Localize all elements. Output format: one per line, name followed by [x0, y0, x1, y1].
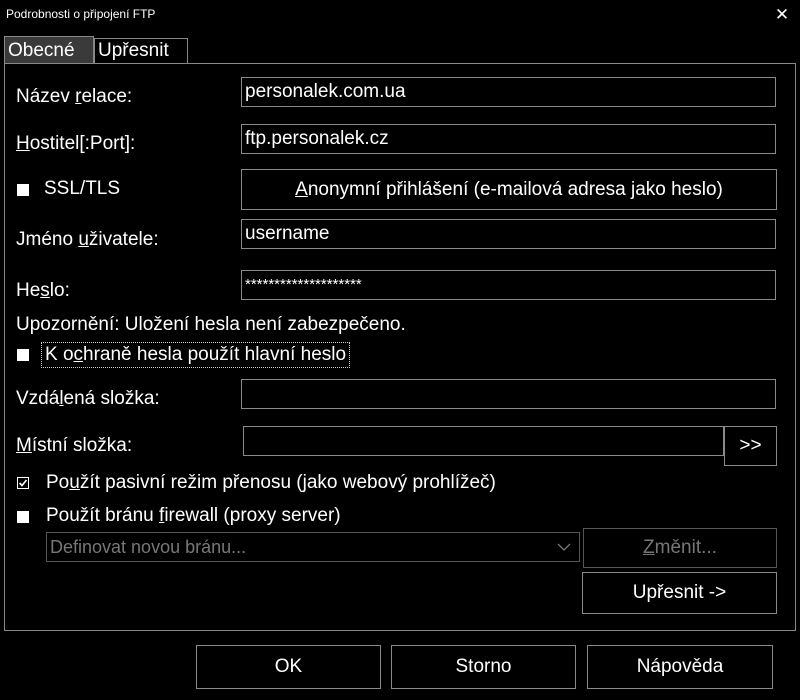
chevron-down-icon — [557, 543, 571, 551]
password-warning: Upozornění: Uložení hesla není zabezpeče… — [16, 314, 406, 335]
password-input[interactable]: ******************** — [241, 270, 776, 300]
proxy-server-value: Definovat novou bránu... — [50, 537, 247, 557]
help-button[interactable]: Nápověda — [587, 645, 773, 689]
session-name-label: Název relace: — [16, 86, 133, 107]
close-icon: ✕ — [774, 5, 790, 24]
username-input[interactable]: username — [241, 219, 776, 249]
password-label: Heslo: — [16, 280, 70, 301]
anonymous-login-button[interactable]: Anonymní přihlášení (e-mailová adresa ja… — [241, 169, 777, 210]
host-input[interactable]: ftp.personalek.cz — [241, 124, 776, 154]
tab-general[interactable]: Obecné — [4, 36, 94, 64]
remote-folder-input[interactable] — [241, 379, 776, 409]
ssl-label: SSL/TLS — [44, 178, 121, 199]
master-password-label: K ochraně hesla použít hlavní heslo — [41, 342, 351, 368]
master-password-checkbox[interactable] — [17, 349, 29, 361]
advanced-button[interactable]: Upřesnit -> — [582, 572, 777, 614]
cancel-button[interactable]: Storno — [391, 645, 576, 689]
host-label: Hostitel[:Port]: — [16, 133, 136, 154]
ok-button[interactable]: OK — [196, 645, 381, 689]
close-button[interactable]: ✕ — [768, 2, 796, 28]
window-title: Podrobnosti o připojení FTP — [6, 7, 156, 21]
username-label: Jméno uživatele: — [16, 229, 159, 250]
checkmark-icon — [18, 479, 28, 487]
browse-local-folder-button[interactable]: >> — [724, 426, 777, 466]
firewall-label: Použít bránu firewall (proxy server) — [46, 505, 341, 526]
proxy-server-dropdown[interactable]: Definovat novou bránu... — [46, 532, 580, 562]
session-name-input[interactable]: personalek.com.ua — [241, 77, 776, 107]
firewall-checkbox[interactable] — [17, 511, 29, 523]
passive-mode-checkbox[interactable] — [17, 477, 29, 489]
local-folder-input[interactable] — [243, 426, 724, 456]
local-folder-label: Místní složka: — [16, 435, 133, 456]
passive-mode-label: Použít pasivní režim přenosu (jako webov… — [46, 472, 496, 493]
remote-folder-label: Vzdálená složka: — [16, 388, 160, 409]
change-proxy-button[interactable]: Změnit... — [583, 528, 777, 568]
tab-advanced[interactable]: Upřesnit — [94, 38, 188, 64]
ssl-checkbox[interactable] — [17, 184, 29, 196]
